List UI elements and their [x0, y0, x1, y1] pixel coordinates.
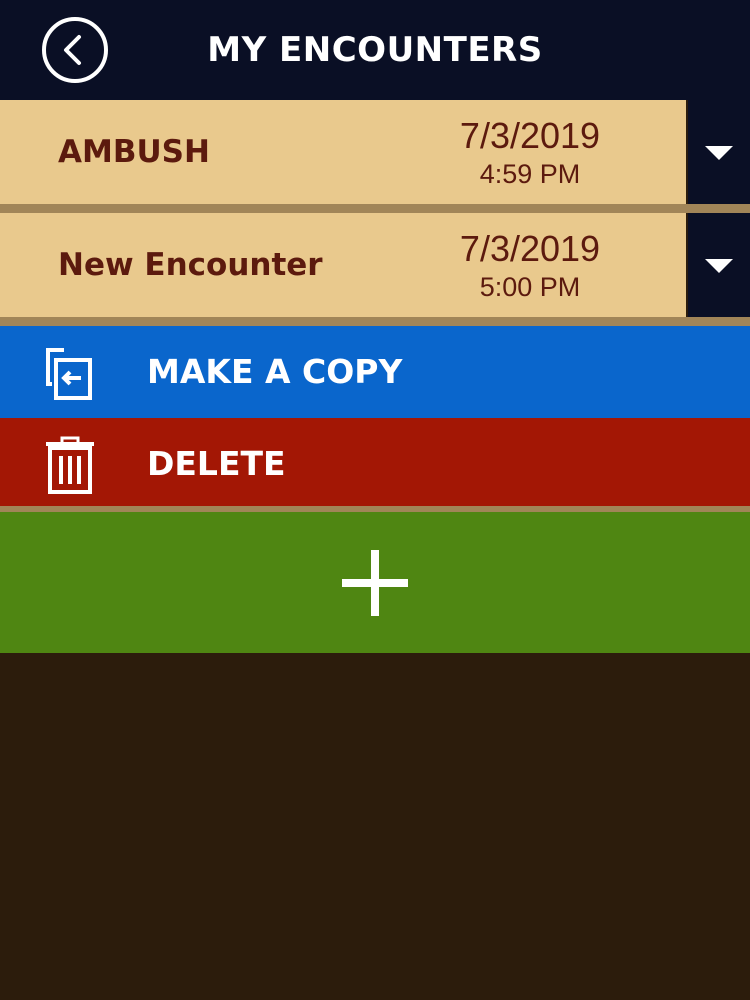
encounter-item-ambush[interactable]: AMBUSH 7/3/2019 4:59 PM	[0, 100, 686, 204]
encounter-date: 7/3/2019	[459, 115, 601, 156]
page-title: MY ENCOUNTERS	[207, 30, 543, 70]
add-encounter-button[interactable]	[0, 512, 750, 653]
encounter-item-new-encounter[interactable]: New Encounter 7/3/2019 5:00 PM	[0, 213, 686, 317]
encounter-row: New Encounter 7/3/2019 5:00 PM	[0, 213, 750, 317]
expand-toggle-button[interactable]	[688, 213, 750, 317]
trash-icon	[46, 436, 94, 494]
caret-down-icon	[705, 146, 733, 160]
expand-toggle-button[interactable]	[688, 100, 750, 204]
encounter-time: 4:59 PM	[479, 159, 581, 189]
empty-list-area	[0, 653, 750, 1000]
delete-label: DELETE	[147, 444, 286, 483]
plus-icon	[342, 550, 408, 616]
encounter-name: New Encounter	[58, 247, 323, 283]
caret-down-icon	[705, 259, 733, 273]
encounter-time: 5:00 PM	[479, 272, 581, 302]
make-copy-button[interactable]: MAKE A COPY	[0, 326, 750, 418]
encounter-date: 7/3/2019	[459, 228, 601, 269]
encounter-name: AMBUSH	[58, 134, 210, 170]
copy-icon	[46, 348, 92, 400]
make-copy-label: MAKE A COPY	[147, 352, 403, 391]
encounter-row: AMBUSH 7/3/2019 4:59 PM	[0, 100, 750, 204]
row-divider	[0, 317, 750, 326]
row-divider	[0, 204, 750, 213]
header-bar: MY ENCOUNTERS	[0, 0, 750, 100]
delete-button[interactable]: DELETE	[0, 418, 750, 506]
